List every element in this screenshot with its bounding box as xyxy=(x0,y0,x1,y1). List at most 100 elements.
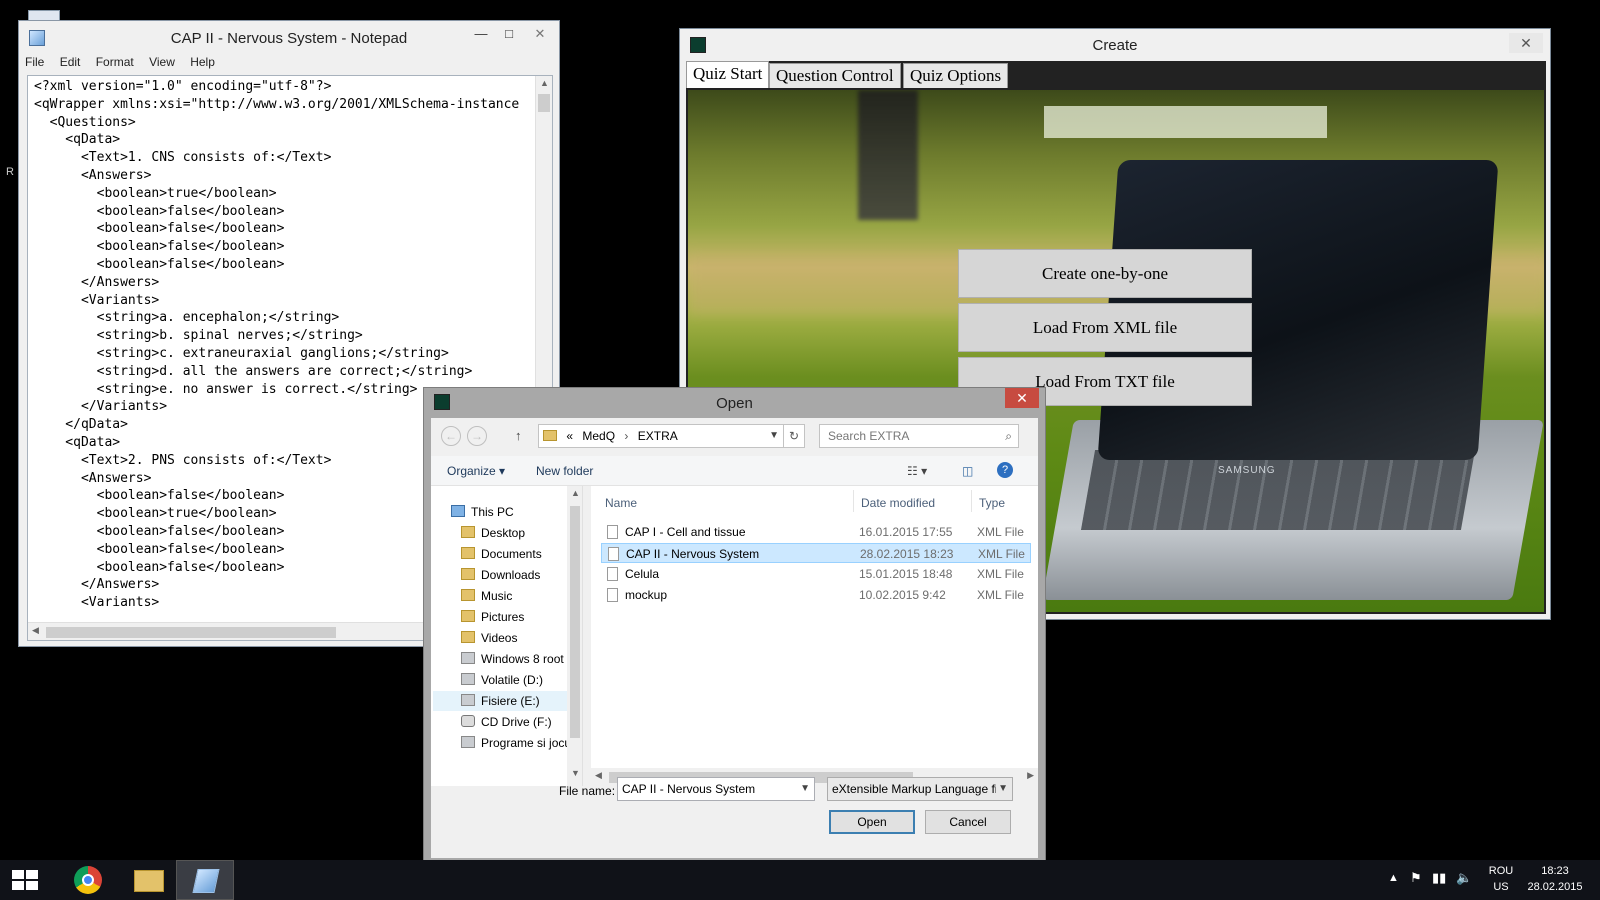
chrome-taskbar-button[interactable] xyxy=(60,860,118,900)
file-type: XML File xyxy=(977,567,1024,581)
tree-item-label: CD Drive (F:) xyxy=(481,715,552,729)
file-row[interactable]: CAP I - Cell and tissue 16.01.2015 17:55… xyxy=(601,522,1031,542)
view-options-icon[interactable]: ☷ ▾ xyxy=(907,464,927,478)
back-arrow-icon[interactable]: ← xyxy=(441,426,461,446)
create-one-by-one-button[interactable]: Create one-by-one xyxy=(958,249,1252,298)
file-row-selected[interactable]: CAP II - Nervous System 28.02.2015 18:23… xyxy=(601,543,1031,563)
tree-item-documents[interactable]: Documents xyxy=(461,544,542,564)
file-row[interactable]: Celula 15.01.2015 18:48 XML File xyxy=(601,564,1031,584)
file-row[interactable]: mockup 10.02.2015 9:42 XML File xyxy=(601,585,1031,605)
windows-logo-icon xyxy=(12,870,38,890)
desktop: R CAP II - Nervous System - Notepad — □ … xyxy=(0,0,1600,865)
search-input[interactable]: Search EXTRA ⌕ xyxy=(819,424,1019,448)
column-header-type[interactable]: Type xyxy=(979,496,1005,510)
menu-format[interactable]: Format xyxy=(96,55,134,69)
tree-item-cd-drive[interactable]: CD Drive (F:) xyxy=(461,712,552,732)
column-divider[interactable] xyxy=(853,490,854,512)
menu-view[interactable]: View xyxy=(149,55,175,69)
scroll-right-arrow-icon[interactable]: ▶ xyxy=(1027,770,1034,781)
refresh-icon[interactable]: ↻ xyxy=(783,424,805,448)
close-button[interactable]: ✕ xyxy=(523,25,557,45)
notepad-taskbar-button[interactable] xyxy=(176,860,234,900)
close-button[interactable]: ✕ xyxy=(1005,388,1039,408)
clock[interactable]: 18:23 28.02.2015 xyxy=(1520,865,1590,893)
menu-help[interactable]: Help xyxy=(190,55,215,69)
tab-strip: Quiz Start Question Control Quiz Options xyxy=(686,61,1546,90)
scroll-thumb[interactable] xyxy=(538,94,550,112)
new-folder-button[interactable]: New folder xyxy=(536,464,593,478)
scroll-up-arrow-icon[interactable]: ▲ xyxy=(571,488,580,498)
open-button[interactable]: Open xyxy=(829,810,915,834)
file-explorer-taskbar-button[interactable] xyxy=(120,860,178,900)
tree-item-music[interactable]: Music xyxy=(461,586,512,606)
chevron-down-icon[interactable]: ▼ xyxy=(996,778,1008,800)
column-header-name[interactable]: Name xyxy=(605,496,637,510)
breadcrumb-extra[interactable]: EXTRA xyxy=(638,429,678,443)
cancel-button[interactable]: Cancel xyxy=(925,810,1011,834)
scroll-left-arrow-icon[interactable]: ◀ xyxy=(595,770,602,781)
maximize-button[interactable]: □ xyxy=(495,25,523,45)
tree-item-label: Pictures xyxy=(481,610,525,624)
menu-edit[interactable]: Edit xyxy=(60,55,81,69)
tree-item-label: Fisiere (E:) xyxy=(481,694,540,708)
load-from-xml-button[interactable]: Load From XML file xyxy=(958,303,1252,352)
scroll-up-arrow-icon[interactable]: ▲ xyxy=(540,78,549,88)
tab-question-control[interactable]: Question Control xyxy=(769,63,901,89)
close-button[interactable]: ✕ xyxy=(1509,33,1543,53)
scroll-left-arrow-icon[interactable]: ◀ xyxy=(32,625,39,636)
quiz-name-field[interactable] xyxy=(1044,106,1327,138)
open-dialog-titlebar[interactable]: Open ✕ xyxy=(424,388,1045,418)
breadcrumb-medq[interactable]: MedQ xyxy=(582,429,615,443)
input-language-indicator[interactable]: ROU US xyxy=(1486,865,1516,893)
tree-item-fisiere[interactable]: Fisiere (E:) xyxy=(433,691,571,711)
tab-quiz-options[interactable]: Quiz Options xyxy=(903,63,1009,89)
menu-file[interactable]: File xyxy=(25,55,44,69)
tree-item-videos[interactable]: Videos xyxy=(461,628,517,648)
tree-item-label: Windows 8 root ( xyxy=(481,652,572,666)
column-divider[interactable] xyxy=(971,490,972,512)
preview-pane-icon[interactable]: ◫ xyxy=(962,464,973,478)
tree-scrollbar[interactable]: ▲ ▼ xyxy=(567,486,582,786)
tree-item-volatile[interactable]: Volatile (D:) xyxy=(461,670,543,690)
laptop-brand-text: SAMSUNG xyxy=(1218,465,1276,476)
chevron-down-icon[interactable]: ▼ xyxy=(800,778,810,800)
file-name: CAP I - Cell and tissue xyxy=(625,525,746,539)
scroll-down-arrow-icon[interactable]: ▼ xyxy=(571,768,580,778)
network-icon[interactable]: ▮▮ xyxy=(1432,870,1446,886)
tree-item-programe[interactable]: Programe si jocu xyxy=(461,733,571,753)
file-list: Name Date modified Type CAP I - Cell and… xyxy=(591,486,1038,786)
breadcrumb-overflow[interactable]: « xyxy=(566,429,573,443)
scroll-thumb[interactable] xyxy=(570,506,580,738)
tab-quiz-start[interactable]: Quiz Start xyxy=(686,61,770,90)
forward-arrow-icon[interactable]: → xyxy=(467,426,487,446)
column-header-date[interactable]: Date modified xyxy=(861,496,935,510)
tree-item-pictures[interactable]: Pictures xyxy=(461,607,524,627)
up-arrow-icon[interactable]: ↑ xyxy=(515,428,522,443)
tree-item-this-pc[interactable]: This PC xyxy=(451,502,514,522)
chevron-down-icon[interactable]: ▼ xyxy=(769,425,779,447)
breadcrumb[interactable]: « MedQ › EXTRA ▼ xyxy=(538,424,784,448)
tree-item-downloads[interactable]: Downloads xyxy=(461,565,540,585)
help-icon[interactable]: ? xyxy=(997,462,1013,478)
file-name: mockup xyxy=(625,588,668,602)
file-type-select[interactable]: eXtensible Markup Language fi ▼ xyxy=(827,777,1013,801)
file-name-input[interactable]: CAP II - Nervous System ▼ xyxy=(617,777,815,801)
search-icon[interactable]: ⌕ xyxy=(1005,425,1012,447)
tree-item-windows-root[interactable]: Windows 8 root ( xyxy=(461,649,571,669)
show-hidden-icons-icon[interactable]: ▲ xyxy=(1388,872,1399,884)
breadcrumb-separator: › xyxy=(624,429,629,443)
folder-icon xyxy=(461,610,475,622)
drive-icon xyxy=(461,652,475,664)
notepad-titlebar[interactable]: CAP II - Nervous System - Notepad — □ ✕ xyxy=(19,21,559,53)
scroll-thumb[interactable] xyxy=(46,627,336,638)
volume-icon[interactable]: 🔈 xyxy=(1456,870,1472,886)
action-center-flag-icon[interactable]: ⚑ xyxy=(1410,870,1422,886)
minimize-button[interactable]: — xyxy=(467,25,495,45)
taskbar: ▲ ⚑ ▮▮ 🔈 ROU US 18:23 28.02.2015 xyxy=(0,860,1600,900)
tree-item-label: Music xyxy=(481,589,513,603)
organize-button[interactable]: Organize ▾ xyxy=(447,464,505,478)
create-titlebar[interactable]: Create ✕ xyxy=(680,29,1550,59)
file-date: 15.01.2015 18:48 xyxy=(859,567,953,581)
start-button[interactable] xyxy=(0,860,58,900)
tree-item-desktop[interactable]: Desktop xyxy=(461,523,525,543)
